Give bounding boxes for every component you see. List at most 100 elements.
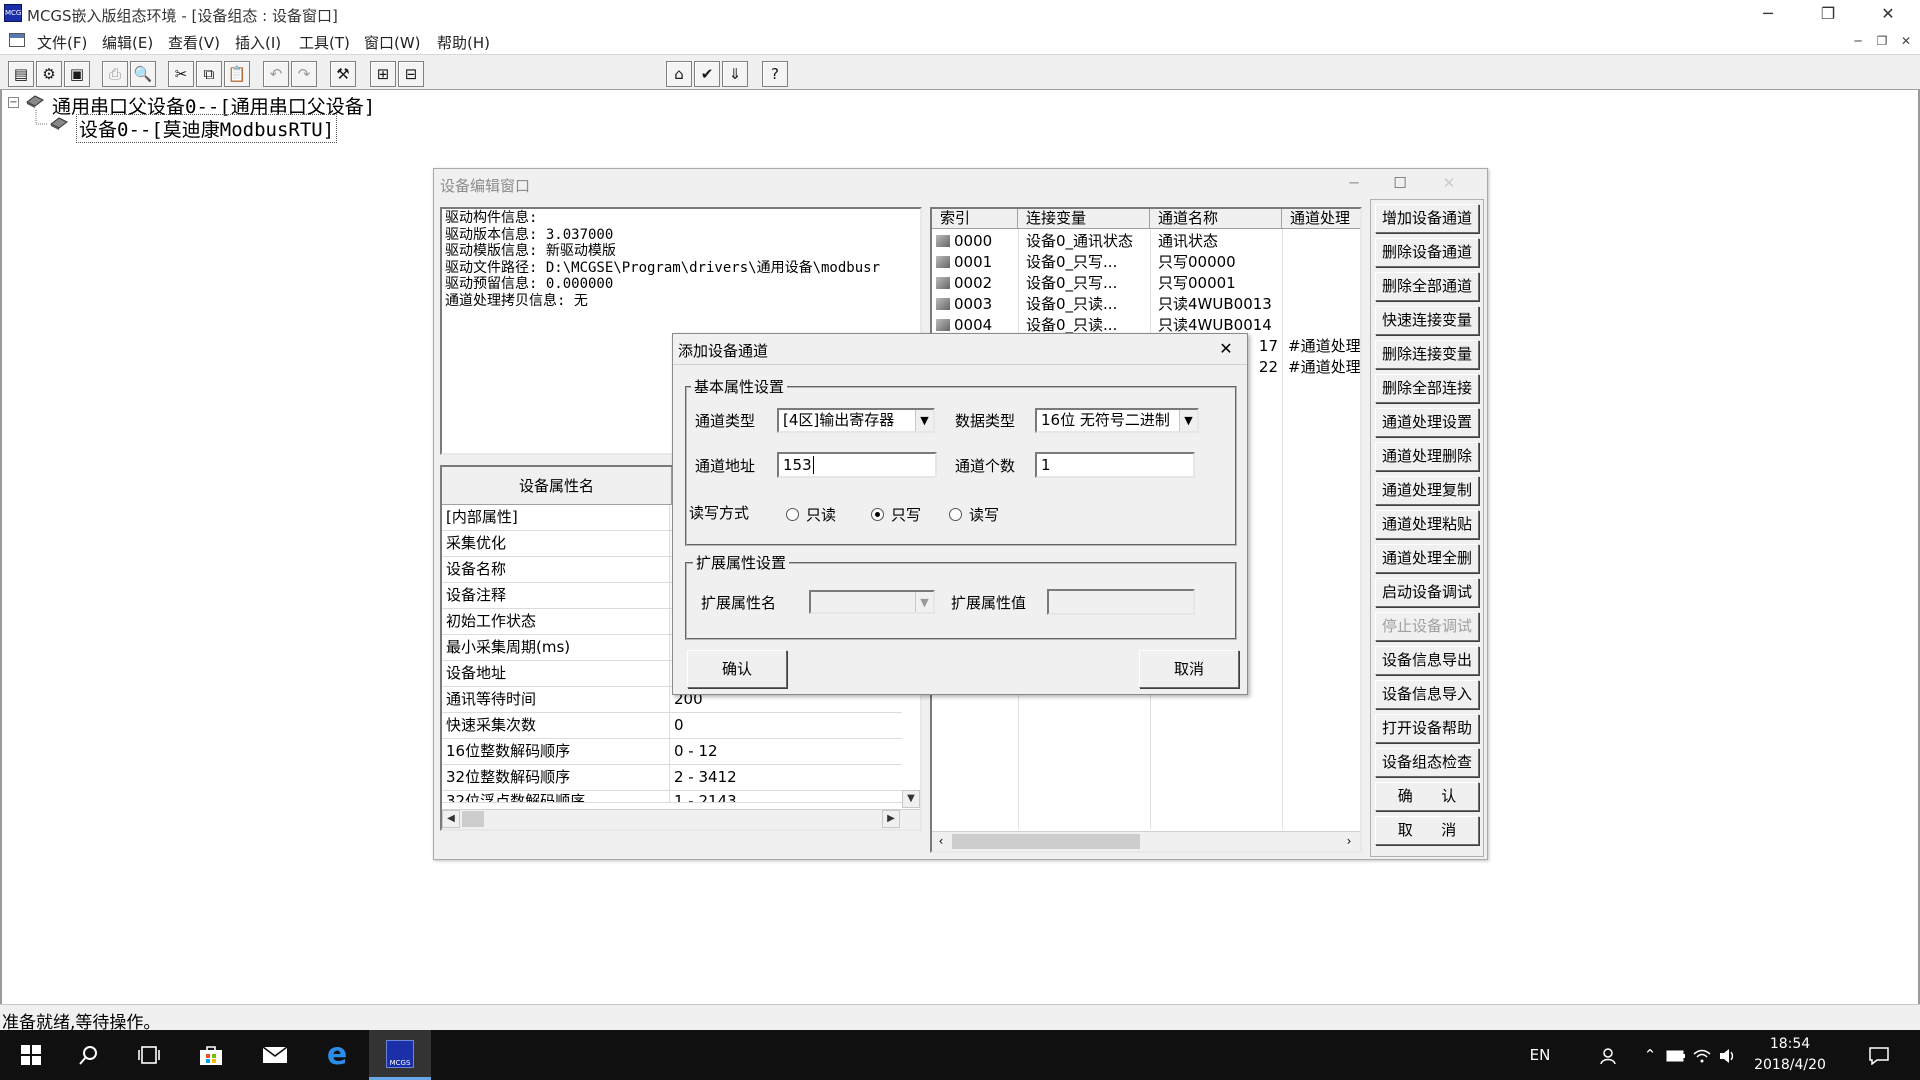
- channel-process-paste-button[interactable]: 通道处理粘贴: [1375, 510, 1479, 539]
- edit-window-close-button[interactable]: ✕: [1429, 169, 1469, 199]
- chevron-down-icon[interactable]: ▼: [915, 410, 933, 431]
- channel-hscroll-thumb[interactable]: [952, 834, 1140, 849]
- redo-icon[interactable]: ↷: [291, 61, 317, 87]
- action-center-icon[interactable]: [1848, 1030, 1910, 1080]
- property-row[interactable]: 32位整数解码顺序 2 - 3412: [442, 765, 902, 791]
- mdi-minimize-button[interactable]: ─: [1848, 32, 1868, 50]
- property-scroll-right-button[interactable]: ▶: [882, 810, 900, 828]
- read-write-radio[interactable]: [949, 508, 962, 521]
- property-hscroll-thumb[interactable]: [462, 811, 484, 827]
- cut-icon[interactable]: ✂: [168, 61, 194, 87]
- tree-item-child-device[interactable]: 设备0--[莫迪康ModbusRTU]: [76, 114, 338, 143]
- property-row[interactable]: 快速采集次数 0: [442, 713, 902, 739]
- channel-row[interactable]: 0002 设备0_只写... 只写00001: [932, 273, 1360, 294]
- people-icon[interactable]: [1590, 1030, 1626, 1080]
- channel-process-copy-button[interactable]: 通道处理复制: [1375, 476, 1479, 505]
- edit-window-maximize-button[interactable]: ☐: [1380, 169, 1420, 199]
- edge-browser-icon[interactable]: e: [306, 1030, 368, 1080]
- cancel-button[interactable]: 取 消: [1375, 816, 1479, 845]
- chevron-down-icon[interactable]: ▼: [915, 592, 933, 612]
- channel-type-select[interactable]: [4区]输出寄存器 ▼: [777, 408, 935, 433]
- menu-tools[interactable]: 工具(T): [299, 32, 350, 53]
- mdi-restore-button[interactable]: ❐: [1872, 32, 1892, 50]
- ext-name-select[interactable]: ▼: [809, 590, 935, 614]
- new-window-icon[interactable]: ▤: [8, 61, 34, 87]
- check-icon[interactable]: ✔: [694, 61, 720, 87]
- menu-file[interactable]: 文件(F): [37, 32, 87, 53]
- save-icon[interactable]: ▣: [64, 61, 90, 87]
- print-icon[interactable]: ⎙: [102, 61, 128, 87]
- undo-icon[interactable]: ↶: [263, 61, 289, 87]
- input-language[interactable]: EN: [1520, 1030, 1560, 1080]
- close-button[interactable]: ✕: [1860, 0, 1916, 28]
- ext-value-input[interactable]: [1047, 589, 1195, 615]
- channel-process-delete-all-button[interactable]: 通道处理全删: [1375, 544, 1479, 573]
- clock-time[interactable]: 18:54: [1748, 1034, 1832, 1054]
- open-device-help-button[interactable]: 打开设备帮助: [1375, 714, 1479, 743]
- channel-index-header[interactable]: 索引: [932, 209, 1018, 229]
- volume-icon[interactable]: [1716, 1030, 1740, 1080]
- battery-icon[interactable]: [1664, 1030, 1688, 1080]
- mcgs-taskbar-button[interactable]: MCGS: [369, 1030, 431, 1080]
- channel-scroll-right-button[interactable]: ›: [1342, 832, 1356, 850]
- mdi-close-button[interactable]: ✕: [1896, 32, 1916, 50]
- read-only-radio[interactable]: [786, 508, 799, 521]
- edit-window-minimize-button[interactable]: ─: [1334, 169, 1374, 199]
- channel-address-input[interactable]: 153: [777, 452, 937, 478]
- property-hscrollbar[interactable]: ◀ ▶: [442, 809, 920, 829]
- menu-edit[interactable]: 编辑(E): [102, 32, 153, 53]
- minimize-button[interactable]: ─: [1740, 0, 1796, 28]
- delete-connected-variable-button[interactable]: 删除连接变量: [1375, 340, 1479, 369]
- help-icon[interactable]: ?: [762, 61, 788, 87]
- channel-scroll-left-button[interactable]: ‹: [934, 832, 948, 850]
- print-preview-icon[interactable]: 🔍: [130, 61, 156, 87]
- read-only-label[interactable]: 只读: [806, 504, 836, 525]
- tools-icon[interactable]: ⚒: [330, 61, 356, 87]
- delete-all-channels-button[interactable]: 删除全部通道: [1375, 272, 1479, 301]
- search-icon[interactable]: [58, 1030, 120, 1080]
- channel-name-header[interactable]: 通道名称: [1150, 209, 1282, 229]
- store-icon[interactable]: [180, 1030, 242, 1080]
- clock-date[interactable]: 2018/4/20: [1748, 1054, 1832, 1076]
- device-properties-icon[interactable]: ⌂: [666, 61, 692, 87]
- channel-hscrollbar[interactable]: ‹ ›: [932, 831, 1360, 851]
- chevron-down-icon[interactable]: ▼: [1179, 410, 1197, 431]
- start-button[interactable]: [0, 1030, 62, 1080]
- task-view-icon[interactable]: [118, 1030, 180, 1080]
- channel-row[interactable]: 0000 设备0_通讯状态 通讯状态: [932, 231, 1360, 252]
- mail-icon[interactable]: [244, 1030, 306, 1080]
- export-device-info-button[interactable]: 设备信息导出: [1375, 646, 1479, 675]
- channel-process-header[interactable]: 通道处理: [1282, 209, 1360, 229]
- read-write-label[interactable]: 读写: [969, 504, 999, 525]
- menu-view[interactable]: 查看(V): [168, 32, 220, 53]
- channel-count-input[interactable]: 1: [1035, 452, 1195, 478]
- download-icon[interactable]: ⇓: [722, 61, 748, 87]
- paste-icon[interactable]: 📋: [224, 61, 250, 87]
- property-row[interactable]: 32位浮点数解码顺序 1 - 2143: [442, 791, 902, 803]
- show-hidden-icons-icon[interactable]: ⌃: [1638, 1030, 1662, 1080]
- confirm-button[interactable]: 确 认: [1375, 782, 1479, 811]
- quick-connect-variable-button[interactable]: 快速连接变量: [1375, 306, 1479, 335]
- stop-device-debug-button[interactable]: 停止设备调试: [1375, 612, 1479, 641]
- property-name-header[interactable]: 设备属性名: [442, 467, 672, 505]
- delete-all-connections-button[interactable]: 删除全部连接: [1375, 374, 1479, 403]
- channel-row[interactable]: 0001 设备0_只写... 只写00000: [932, 252, 1360, 273]
- property-row[interactable]: 16位整数解码顺序 0 - 12: [442, 739, 902, 765]
- write-only-label[interactable]: 只写: [891, 504, 921, 525]
- document-window-icon[interactable]: [9, 33, 25, 47]
- layout-left-icon[interactable]: ⊞: [370, 61, 396, 87]
- property-scroll-down-button[interactable]: ▼: [902, 790, 920, 808]
- device-config-check-button[interactable]: 设备组态检查: [1375, 748, 1479, 777]
- import-device-info-button[interactable]: 设备信息导入: [1375, 680, 1479, 709]
- start-device-debug-button[interactable]: 启动设备调试: [1375, 578, 1479, 607]
- layout-right-icon[interactable]: ⊟: [398, 61, 424, 87]
- data-type-select[interactable]: 16位 无符号二进制 ▼: [1035, 408, 1199, 433]
- dialog-close-button[interactable]: ✕: [1211, 336, 1241, 362]
- delete-channel-button[interactable]: 删除设备通道: [1375, 238, 1479, 267]
- channel-process-settings-button[interactable]: 通道处理设置: [1375, 408, 1479, 437]
- copy-icon[interactable]: ⧉: [196, 61, 222, 87]
- property-scroll-left-button[interactable]: ◀: [442, 810, 460, 828]
- dialog-cancel-button[interactable]: 取消: [1139, 650, 1239, 688]
- write-only-radio[interactable]: [871, 508, 884, 521]
- menu-window[interactable]: 窗口(W): [364, 32, 421, 53]
